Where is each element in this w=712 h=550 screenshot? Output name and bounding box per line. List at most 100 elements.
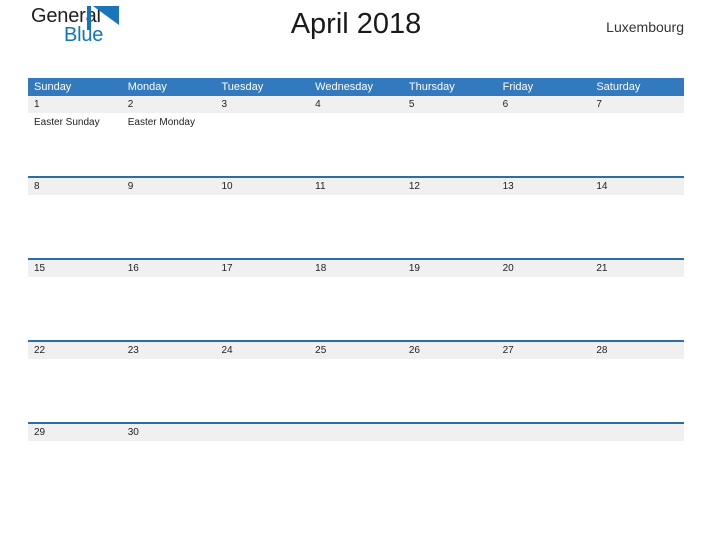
day-number-band: 22 23 24 25 26 27 28 (28, 342, 684, 359)
day-cell-empty (215, 424, 309, 441)
calendar-page: General Blue April 2018 Luxembourg Sunda… (0, 0, 712, 550)
day-event-cell (497, 277, 591, 340)
day-event-band (28, 277, 684, 340)
day-number-9[interactable]: 9 (122, 178, 216, 195)
day-event-cell (309, 441, 403, 459)
day-event-cell (122, 441, 216, 459)
day-event-cell (309, 113, 403, 176)
day-number-24[interactable]: 24 (215, 342, 309, 359)
day-number-4[interactable]: 4 (309, 96, 403, 113)
day-event-cell (403, 441, 497, 459)
weekday-header-sunday: Sunday (34, 81, 72, 93)
day-number-band: 29 30 (28, 424, 684, 441)
weekday-header-wednesday: Wednesday (315, 81, 374, 93)
day-cell-empty (590, 424, 684, 441)
day-event-cell (28, 195, 122, 258)
day-event-cell: Easter Monday (122, 113, 216, 176)
day-number-15[interactable]: 15 (28, 260, 122, 277)
day-event-cell (215, 113, 309, 176)
day-number-6[interactable]: 6 (497, 96, 591, 113)
day-event-cell (497, 441, 591, 459)
day-event-band (28, 441, 684, 459)
day-event-cell (403, 113, 497, 176)
day-event-cell (497, 113, 591, 176)
day-number-29[interactable]: 29 (28, 424, 122, 441)
day-cell-empty (309, 424, 403, 441)
day-event-cell (215, 277, 309, 340)
calendar-week-row: 22 23 24 25 26 27 28 (28, 342, 684, 424)
weekday-header-monday: Monday (127, 81, 167, 93)
day-number-25[interactable]: 25 (309, 342, 403, 359)
day-cell-empty (403, 424, 497, 441)
weekday-header-row: Sunday Monday Tuesday Wednesday Thursday Frid… (28, 78, 684, 96)
event-label: Easter Monday (127, 117, 195, 128)
weekday-header-friday: Friday (502, 81, 534, 93)
day-number-20[interactable]: 20 (497, 260, 591, 277)
region-label: Luxembourg (606, 19, 684, 35)
day-event-cell (590, 113, 684, 176)
page-title: April 2018 (290, 8, 422, 40)
day-number-18[interactable]: 18 (309, 260, 403, 277)
day-event-cell (497, 195, 591, 258)
day-event-band: Easter Sunday Easter Monday (28, 113, 684, 176)
day-event-cell (590, 195, 684, 258)
day-event-cell (28, 441, 122, 459)
day-event-cell (215, 441, 309, 459)
calendar-week-row: 29 30 (28, 424, 684, 459)
day-event-cell (215, 195, 309, 258)
event-label: Easter Sunday (34, 117, 100, 128)
calendar-week-row: 1 2 3 4 5 6 7 Easter Sunday Easter Monday (28, 96, 684, 178)
weekday-header-tuesday: Tuesday (221, 81, 264, 93)
day-event-cell (403, 277, 497, 340)
day-number-5[interactable]: 5 (403, 96, 497, 113)
day-cell-empty (497, 424, 591, 441)
day-number-7[interactable]: 7 (590, 96, 684, 113)
calendar-weeks: 1 2 3 4 5 6 7 Easter Sunday Easter Monday 8 9 10 11 1… (28, 96, 684, 459)
day-event-band (28, 359, 684, 422)
day-number-8[interactable]: 8 (28, 178, 122, 195)
day-number-1[interactable]: 1 (28, 96, 122, 113)
day-event-cell (122, 195, 216, 258)
calendar-grid: Sunday Monday Tuesday Wednesday Thursday Frid… (28, 78, 684, 459)
day-number-17[interactable]: 17 (215, 260, 309, 277)
day-number-12[interactable]: 12 (403, 178, 497, 195)
weekday-header-thursday: Thursday (408, 81, 455, 93)
day-event-cell (590, 277, 684, 340)
day-event-cell: Easter Sunday (28, 113, 122, 176)
day-number-16[interactable]: 16 (122, 260, 216, 277)
day-number-13[interactable]: 13 (497, 178, 591, 195)
day-event-cell (590, 359, 684, 422)
day-number-10[interactable]: 10 (215, 178, 309, 195)
day-event-cell (28, 277, 122, 340)
day-event-cell (309, 277, 403, 340)
day-number-21[interactable]: 21 (590, 260, 684, 277)
day-number-band: 8 9 10 11 12 13 14 (28, 178, 684, 195)
day-event-cell (403, 195, 497, 258)
day-event-cell (28, 359, 122, 422)
day-event-band (28, 195, 684, 258)
calendar-week-row: 15 16 17 18 19 20 21 (28, 260, 684, 342)
day-number-26[interactable]: 26 (403, 342, 497, 359)
day-number-band: 15 16 17 18 19 20 21 (28, 260, 684, 277)
day-number-2[interactable]: 2 (122, 96, 216, 113)
day-event-cell (215, 359, 309, 422)
day-event-cell (497, 359, 591, 422)
day-event-cell (590, 441, 684, 459)
day-number-30[interactable]: 30 (122, 424, 216, 441)
day-event-cell (122, 277, 216, 340)
day-number-27[interactable]: 27 (497, 342, 591, 359)
page-header: General Blue April 2018 Luxembourg (28, 0, 684, 55)
day-number-3[interactable]: 3 (215, 96, 309, 113)
day-event-cell (309, 195, 403, 258)
day-number-28[interactable]: 28 (590, 342, 684, 359)
calendar-week-row: 8 9 10 11 12 13 14 (28, 178, 684, 260)
day-event-cell (122, 359, 216, 422)
day-number-22[interactable]: 22 (28, 342, 122, 359)
day-number-23[interactable]: 23 (122, 342, 216, 359)
day-event-cell (309, 359, 403, 422)
day-number-19[interactable]: 19 (403, 260, 497, 277)
day-number-14[interactable]: 14 (590, 178, 684, 195)
weekday-header-saturday: Saturday (596, 81, 641, 93)
day-number-band: 1234567 (28, 96, 684, 113)
day-number-11[interactable]: 11 (309, 178, 403, 195)
